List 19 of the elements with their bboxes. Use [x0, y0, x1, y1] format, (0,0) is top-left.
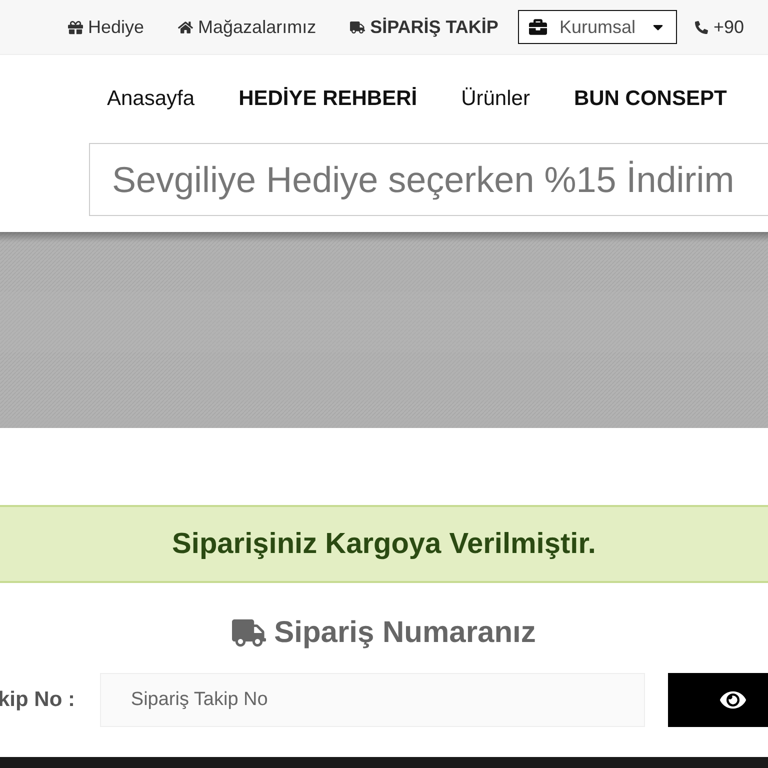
- nav-link[interactable]: HEDİYE REHBERİ: [238, 87, 418, 113]
- dropdown-button[interactable]: Kurumsal: [518, 10, 678, 44]
- top-link[interactable]: SİPARİŞ TAKİP: [350, 16, 498, 38]
- search-field[interactable]: Sevgiliye Hediye seçerken %15 İndirim: [89, 143, 768, 216]
- phone-icon: [695, 20, 708, 34]
- briefcase-icon: [529, 18, 548, 36]
- gift-icon: [68, 20, 83, 34]
- section-heading: Sipariş Numaranız: [274, 616, 536, 650]
- nav-link[interactable]: Ürünler: [461, 87, 530, 113]
- top-link[interactable]: Mağazalarımız: [178, 16, 316, 38]
- nav-link[interactable]: BUN CONSEPT: [574, 87, 727, 113]
- top-link[interactable]: Hediye: [68, 16, 144, 38]
- truck-icon: [350, 20, 366, 34]
- phone-link[interactable]: +90: [695, 16, 744, 38]
- tracking-input[interactable]: Sipariş Takip No: [100, 673, 646, 727]
- alert-message: Siparişiniz Kargoya Verilmiştir.: [172, 528, 596, 560]
- nav-link[interactable]: Anasayfa: [107, 87, 195, 113]
- home-icon: [178, 20, 194, 34]
- view-button[interactable]: [668, 673, 768, 727]
